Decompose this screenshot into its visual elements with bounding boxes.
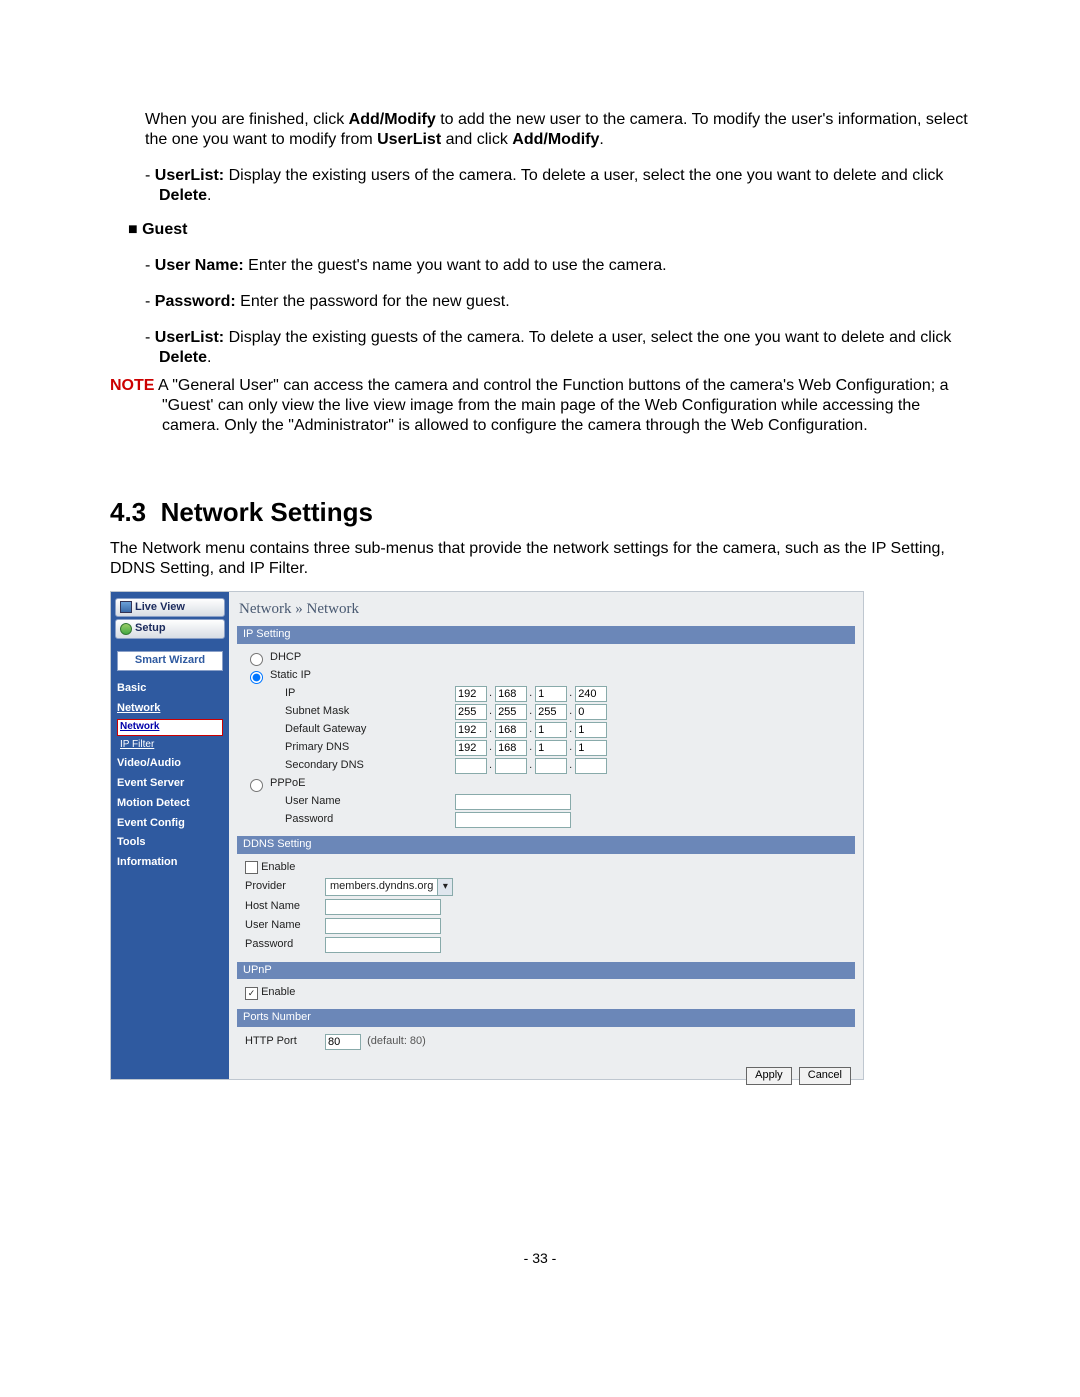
note-paragraph: NOTE A "General User" can access the cam… <box>110 376 970 436</box>
pdns-octet[interactable] <box>535 740 567 756</box>
http-port-input[interactable] <box>325 1034 361 1050</box>
sidebar-item-motion-detect[interactable]: Motion Detect <box>111 794 229 814</box>
mask-octet[interactable] <box>535 704 567 720</box>
label-ip: IP <box>245 687 405 701</box>
radio-dhcp[interactable] <box>250 653 263 666</box>
sdns-octet[interactable] <box>495 758 527 774</box>
label-ddns-user: User Name <box>245 919 325 933</box>
label-pppoe-pass: Password <box>245 813 405 827</box>
page-number: - 33 - <box>110 1250 970 1268</box>
cancel-button[interactable]: Cancel <box>799 1067 851 1085</box>
gw-octet[interactable] <box>495 722 527 738</box>
hostname-input[interactable] <box>325 899 441 915</box>
ip-octet[interactable] <box>575 686 607 702</box>
label-provider: Provider <box>245 880 325 894</box>
sidebar-item-information[interactable]: Information <box>111 853 229 873</box>
label-ddns-pass: Password <box>245 938 325 952</box>
pdns-octet[interactable] <box>455 740 487 756</box>
sidebar-item-event-server[interactable]: Event Server <box>111 774 229 794</box>
tab-setup[interactable]: Setup <box>115 619 225 639</box>
section-intro: The Network menu contains three sub-menu… <box>110 539 970 579</box>
pppoe-pass-input[interactable] <box>455 812 571 828</box>
pdns-octet[interactable] <box>495 740 527 756</box>
ddns-pass-input[interactable] <box>325 937 441 953</box>
subnav-ipfilter[interactable]: IP Filter <box>117 737 223 754</box>
monitor-icon <box>120 601 132 613</box>
section-ports: Ports Number <box>237 1009 855 1027</box>
radio-pppoe[interactable] <box>250 779 263 792</box>
upnp-enable-checkbox[interactable]: ✓ <box>245 987 258 1000</box>
mask-octet[interactable] <box>575 704 607 720</box>
label-secondary-dns: Secondary DNS <box>245 759 405 773</box>
guest-userlist-bullet: - UserList: Display the existing guests … <box>145 328 970 368</box>
pdns-octet[interactable] <box>575 740 607 756</box>
apply-button[interactable]: Apply <box>746 1067 792 1085</box>
section-ddns: DDNS Setting <box>237 836 855 854</box>
guest-item: - Password: Enter the password for the n… <box>145 292 970 312</box>
mask-octet[interactable] <box>455 704 487 720</box>
subnav-network[interactable]: Network <box>117 719 223 736</box>
sidebar-item-event-config[interactable]: Event Config <box>111 814 229 834</box>
pppoe-user-input[interactable] <box>455 794 571 810</box>
ddns-enable-checkbox[interactable] <box>245 861 258 874</box>
guest-heading: Guest <box>110 220 970 240</box>
sidebar: Live View Setup Smart Wizard Basic Netwo… <box>111 592 229 1079</box>
guest-item: - User Name: Enter the guest's name you … <box>145 256 970 276</box>
chevron-down-icon: ▾ <box>437 879 452 895</box>
gear-icon <box>120 623 132 635</box>
tab-live-view[interactable]: Live View <box>115 598 225 618</box>
sidebar-item-network[interactable]: Network <box>111 699 229 719</box>
label-pppoe-user: User Name <box>245 795 405 809</box>
sdns-octet[interactable] <box>455 758 487 774</box>
sidebar-item-video-audio[interactable]: Video/Audio <box>111 754 229 774</box>
label-hostname: Host Name <box>245 900 325 914</box>
mask-octet[interactable] <box>495 704 527 720</box>
section-ip-setting: IP Setting <box>237 626 855 644</box>
provider-select[interactable]: members.dyndns.org▾ <box>325 878 453 896</box>
ddns-user-input[interactable] <box>325 918 441 934</box>
main-panel: Network » Network IP Setting DHCP Static… <box>229 592 863 1079</box>
sdns-octet[interactable] <box>575 758 607 774</box>
radio-static-ip[interactable] <box>250 671 263 684</box>
breadcrumb: Network » Network <box>237 596 855 625</box>
sidebar-item-tools[interactable]: Tools <box>111 833 229 853</box>
label-http-port: HTTP Port <box>245 1035 325 1049</box>
ip-octet[interactable] <box>455 686 487 702</box>
section-heading: 4.3 Network Settings <box>110 496 970 529</box>
gw-octet[interactable] <box>455 722 487 738</box>
webui-screenshot: Live View Setup Smart Wizard Basic Netwo… <box>110 591 864 1080</box>
section-upnp: UPnP <box>237 962 855 980</box>
label-gateway: Default Gateway <box>245 723 405 737</box>
http-port-hint: (default: 80) <box>367 1035 426 1049</box>
ip-octet[interactable] <box>535 686 567 702</box>
label-subnet: Subnet Mask <box>245 705 405 719</box>
ip-octet[interactable] <box>495 686 527 702</box>
userlist-bullet: - UserList: Display the existing users o… <box>145 166 970 206</box>
smart-wizard-button[interactable]: Smart Wizard <box>117 651 223 671</box>
intro-paragraph: When you are finished, click Add/Modify … <box>145 110 970 150</box>
label-primary-dns: Primary DNS <box>245 741 405 755</box>
sdns-octet[interactable] <box>535 758 567 774</box>
gw-octet[interactable] <box>535 722 567 738</box>
sidebar-item-basic[interactable]: Basic <box>111 679 229 699</box>
gw-octet[interactable] <box>575 722 607 738</box>
